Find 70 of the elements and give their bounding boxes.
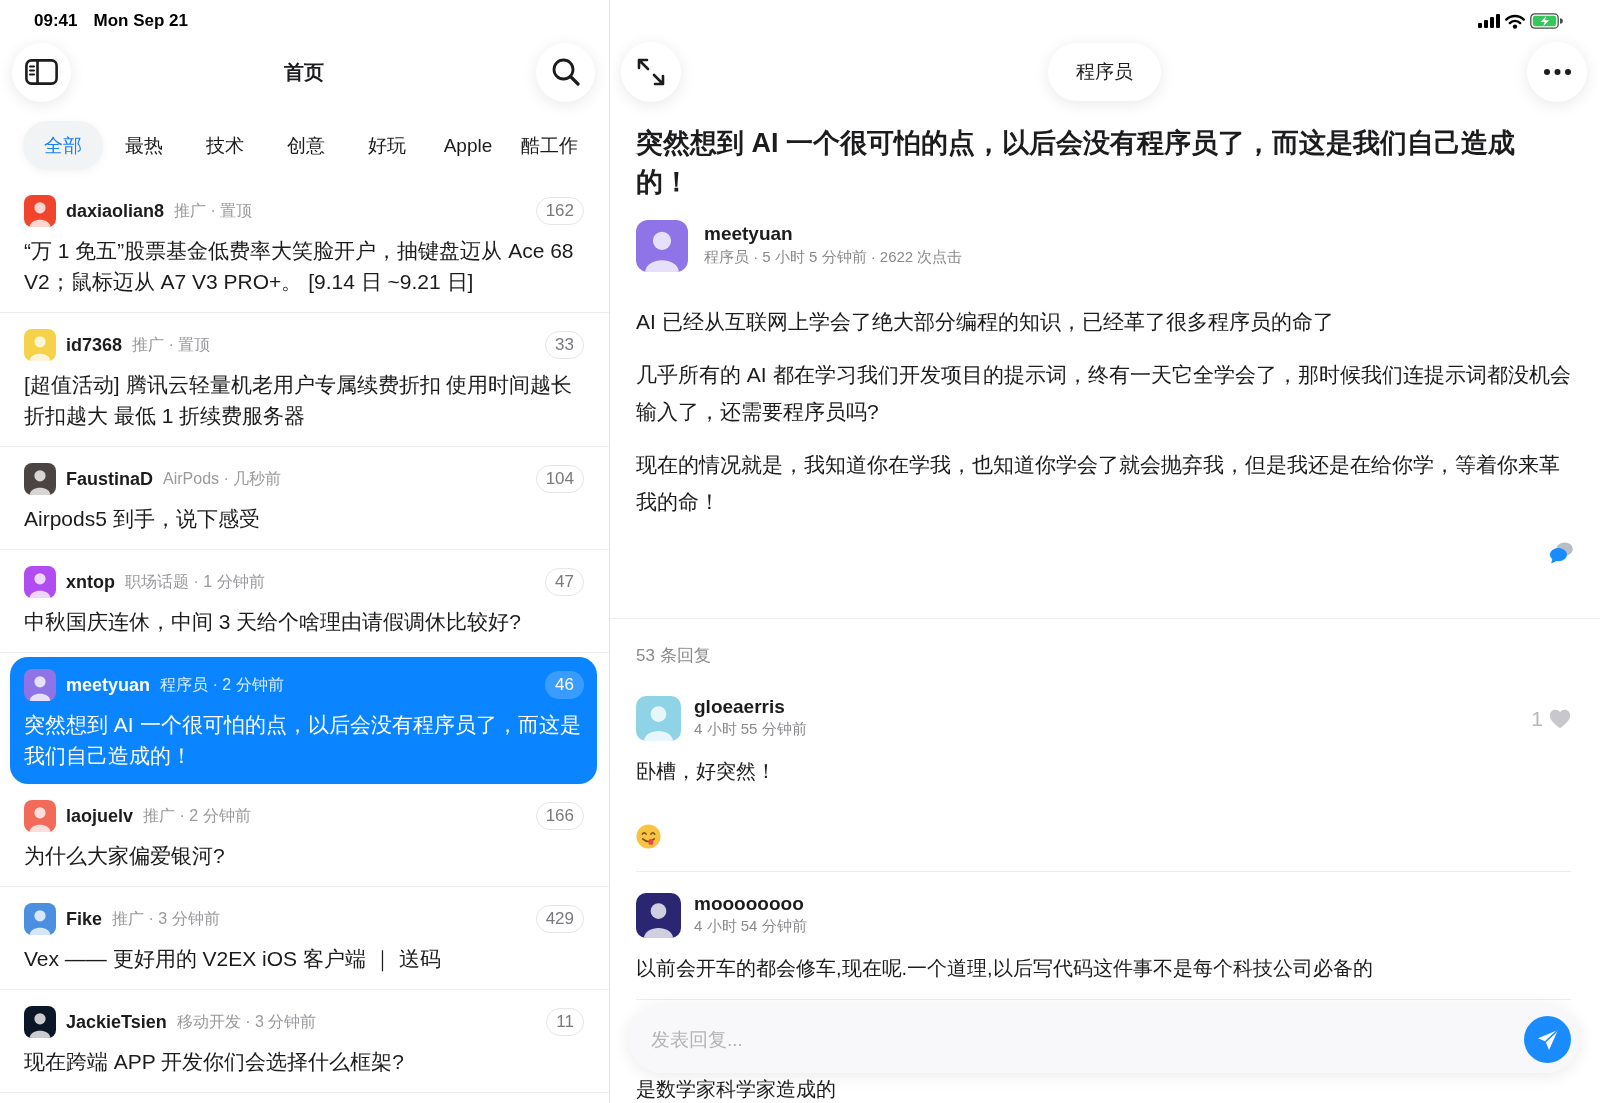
wifi-icon bbox=[1505, 13, 1525, 29]
comment-icon[interactable] bbox=[1549, 542, 1573, 564]
send-icon bbox=[1536, 1028, 1559, 1051]
node-chip[interactable]: 程序员 bbox=[1047, 43, 1161, 101]
category-tab[interactable]: Apple bbox=[428, 121, 508, 170]
topic-row[interactable]: xntop 职场话题 · 1 分钟前 47 中秋国庆连休，中间 3 天给个啥理由请假调休比较好? bbox=[0, 550, 609, 653]
status-date: Mon Sep 21 bbox=[93, 11, 188, 31]
article-paragraph: AI 已经从互联网上学会了绝大部分编程的知识，已经革了很多程序员的命了 bbox=[636, 309, 1335, 335]
reply-text: 卧槽，好突然！ bbox=[636, 759, 776, 784]
page-title: 首页 bbox=[283, 59, 324, 85]
topic-title: “万 1 免五”股票基金低费率大笑脸开户，抽键盘迈从 Ace 68 V2；鼠标迈从 A7 V3 PRO+。 [9.14 日 ~9.21 日] bbox=[24, 238, 575, 295]
topic-title: Airpods5 到手，说下感受 bbox=[24, 506, 261, 532]
reply-total: 53 条回复 bbox=[636, 645, 711, 667]
reply-username: moooooooo bbox=[694, 893, 804, 915]
search-icon bbox=[551, 58, 580, 86]
topic-row[interactable]: id7368 推广 · 置顶 33 [超值活动] 腾讯云轻量机老用户专属续费折扣 使用时间越长折扣越大 最低 1 折续费服务器 bbox=[0, 313, 609, 447]
article-paragraph: 几乎所有的 AI 都在学习我们开发项目的提示词，终有一天它全学会了，那时候我们连提示词都没机会输入了，还需要程序员吗? bbox=[636, 362, 1572, 425]
topic-title: [超值活动] 腾讯云轻量机老用户专属续费折扣 使用时间越长折扣越大 最低 1 折续费服务器 bbox=[24, 372, 574, 429]
username: FaustinaD bbox=[66, 468, 153, 490]
article-meta: 程序员 · 5 小时 5 分钟前 · 2622 次点击 bbox=[704, 247, 963, 267]
topic-meta: 职场话题 · 1 分钟前 bbox=[125, 571, 265, 592]
topic-title: Vex —— 更好用的 V2EX iOS 客户端 ｜ 送码 bbox=[24, 946, 442, 974]
topic-row[interactable]: meetyuan 程序员 · 2 分钟前 46 突然想到 AI 一个很可怕的点，以后会没有程序员了，而这是我们自己造成的！ bbox=[10, 657, 597, 784]
topic-meta: 推广 · 2 分钟前 bbox=[143, 805, 251, 826]
topic-meta: 推广 · 3 分钟前 bbox=[112, 908, 220, 929]
topic-row[interactable]: FaustinaD AirPods · 几秒前 104 Airpods5 到手，说下感受 bbox=[0, 447, 609, 550]
reply-time: 4 小时 55 分钟前 bbox=[694, 719, 807, 739]
topic-meta: 推广 · 置顶 bbox=[132, 334, 211, 355]
username: xntop bbox=[66, 571, 115, 593]
battery-icon bbox=[1530, 13, 1563, 29]
reply-field[interactable]: 发表回复... bbox=[629, 1006, 1579, 1073]
topic-row[interactable]: JackieTsien 移动开发 · 3 分钟前 11 现在跨端 APP 开发你们会选择什么框架? bbox=[0, 990, 609, 1093]
reply-time: 4 小时 54 分钟前 bbox=[694, 916, 807, 936]
author-name: meetyuan bbox=[704, 222, 793, 246]
category-tab[interactable]: 创意 bbox=[266, 121, 346, 170]
reply-input[interactable]: 发表回复... bbox=[651, 1019, 1512, 1060]
more-icon bbox=[1543, 69, 1571, 75]
article-title: 突然想到 AI 一个很可怕的点，以后会没有程序员了，而这是我们自己造成的！ bbox=[636, 127, 1516, 199]
article-paragraph: 现在的情况就是，我知道你在学我，也知道你学会了就会抛弃我，但是我还是在给你学，等着你来革我的命！ bbox=[636, 452, 1561, 515]
category-tab[interactable]: 酷工作 bbox=[509, 121, 589, 170]
status-time: 09:41 bbox=[34, 11, 78, 31]
username: daxiaolian8 bbox=[66, 200, 165, 222]
signal-icon bbox=[1478, 14, 1500, 28]
topic-meta: 程序员 · 2 分钟前 bbox=[160, 674, 284, 695]
username: JackieTsien bbox=[66, 1011, 167, 1033]
reply-text: 以前会开车的都会修车,现在呢.一个道理,以后写代码这件事不是每个科技公司必备的 bbox=[636, 956, 1373, 981]
topic-meta: 移动开发 · 3 分钟前 bbox=[176, 1011, 317, 1032]
topic-row[interactable]: Fike 推广 · 3 分钟前 429 Vex —— 更好用的 V2EX iOS 客户端 ｜ 送码 bbox=[0, 887, 609, 990]
topic-row[interactable]: laojuelv 推广 · 2 分钟前 166 为什么大家偏爱银河? bbox=[0, 784, 609, 887]
sidebar-icon bbox=[25, 59, 58, 85]
topic-title: 突然想到 AI 一个很可怕的点，以后会没有程序员了，而这是我们自己造成的！ bbox=[24, 712, 582, 769]
username: meetyuan bbox=[66, 674, 151, 696]
reply-count: 46 bbox=[545, 671, 584, 699]
category-tab[interactable]: 技术 bbox=[185, 121, 265, 170]
topic-meta: 推广 · 置顶 bbox=[174, 200, 253, 221]
reply-text: 是数学家科学家造成的 bbox=[636, 1078, 836, 1100]
send-button[interactable] bbox=[1524, 1016, 1571, 1063]
category-tab[interactable]: 好玩 bbox=[347, 121, 427, 170]
like-count: 1 bbox=[1531, 706, 1543, 731]
topic-meta: AirPods · 几秒前 bbox=[163, 468, 282, 489]
topic-row[interactable]: daxiaolian8 推广 · 置顶 162 “万 1 免五”股票基金低费率大笑脸开户，抽键盘迈从 Ace 68 V2；鼠标迈从 A7 V3 PRO+。 [9.14 日 ~9.21 日] bbox=[0, 179, 609, 313]
category-tab[interactable]: 最热 bbox=[104, 121, 184, 170]
username: Fike bbox=[66, 908, 103, 930]
topic-title: 为什么大家偏爱银河? bbox=[24, 843, 226, 869]
reply-username: gloeaerris bbox=[694, 696, 785, 718]
topic-title: 中秋国庆连休，中间 3 天给个啥理由请假调休比较好? bbox=[24, 609, 523, 635]
username: id7368 bbox=[66, 334, 123, 356]
expand-icon bbox=[637, 58, 665, 86]
username: laojuelv bbox=[66, 805, 134, 827]
topic-title: 现在跨端 APP 开发你们会选择什么框架? bbox=[24, 1049, 405, 1075]
